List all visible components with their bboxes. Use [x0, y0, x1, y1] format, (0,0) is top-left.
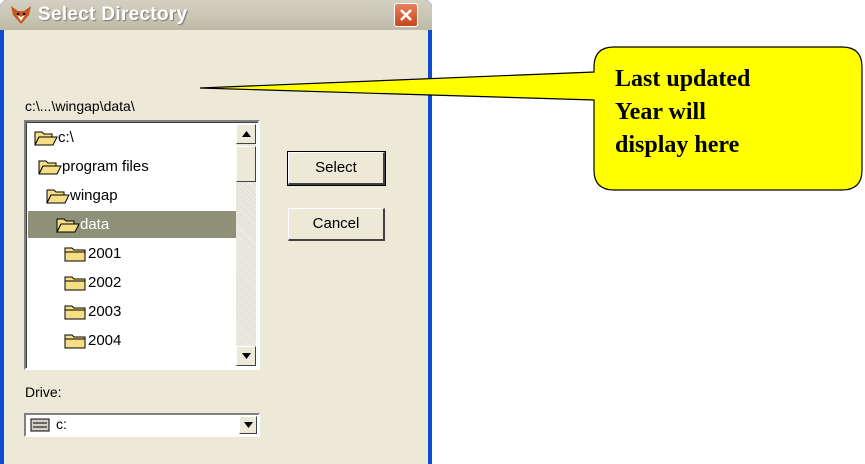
directory-tree-list[interactable]: c:\ program files wingap data 2001 2002 2003 20…	[24, 120, 260, 370]
current-path-label: c:\...\wingap\data\	[25, 98, 135, 114]
directory-item-programfiles[interactable]: program files	[28, 153, 236, 180]
close-button[interactable]	[394, 3, 418, 27]
callout-line-3: display here	[615, 132, 740, 158]
title-bar[interactable]: Select Directory	[0, 0, 432, 30]
scroll-down-button[interactable]	[236, 346, 256, 366]
scroll-thumb[interactable]	[236, 146, 256, 182]
directory-item-label: 2002	[88, 274, 122, 291]
drive-dropdown-button[interactable]	[239, 416, 257, 434]
hard-drive-icon	[30, 418, 50, 432]
fox-app-icon	[11, 6, 31, 24]
folder-icon	[64, 334, 86, 349]
callout-line-1: Last updated	[615, 66, 751, 92]
directory-item-label: data	[80, 216, 110, 233]
cancel-button[interactable]: Cancel	[288, 208, 385, 241]
directory-item-label: c:\	[58, 129, 74, 146]
open-folder-icon	[46, 189, 70, 204]
directory-item-2002[interactable]: 2002	[28, 269, 236, 296]
directory-item-2003[interactable]: 2003	[28, 298, 236, 325]
directory-item-label: 2003	[88, 303, 122, 320]
directory-item-wingap[interactable]: wingap	[28, 182, 236, 209]
select-directory-dialog: Select Directory c:\...\wingap\data\ c:\…	[0, 0, 432, 464]
folder-icon	[64, 305, 86, 320]
chevron-down-icon	[244, 422, 253, 428]
drive-label: Drive:	[25, 384, 62, 400]
open-folder-icon	[56, 218, 80, 233]
directory-item-label: wingap	[70, 187, 118, 204]
folder-icon	[64, 276, 86, 291]
directory-item-2001[interactable]: 2001	[28, 240, 236, 267]
arrow-down-icon	[242, 353, 251, 359]
open-folder-icon	[34, 131, 58, 146]
directory-item-label: program files	[62, 158, 149, 175]
callout-text: Last updated Year will display here	[615, 63, 855, 162]
close-icon	[400, 9, 412, 21]
directory-item-c[interactable]: c:\	[28, 124, 236, 151]
callout-line-2: Year will	[615, 99, 706, 125]
select-button[interactable]: Select	[287, 151, 386, 186]
window-title: Select Directory	[38, 4, 188, 25]
arrow-up-icon	[242, 131, 251, 137]
directory-item-label: 2001	[88, 245, 122, 262]
folder-icon	[64, 247, 86, 262]
directory-item-label: 2004	[88, 332, 122, 349]
directory-item-2004[interactable]: 2004	[28, 327, 236, 354]
scroll-up-button[interactable]	[236, 124, 256, 144]
vertical-scrollbar[interactable]	[236, 124, 256, 366]
open-folder-icon	[38, 160, 62, 175]
drive-value: c:	[56, 416, 67, 432]
drive-select[interactable]: c:	[24, 413, 260, 437]
directory-item-data[interactable]: data	[28, 211, 236, 238]
